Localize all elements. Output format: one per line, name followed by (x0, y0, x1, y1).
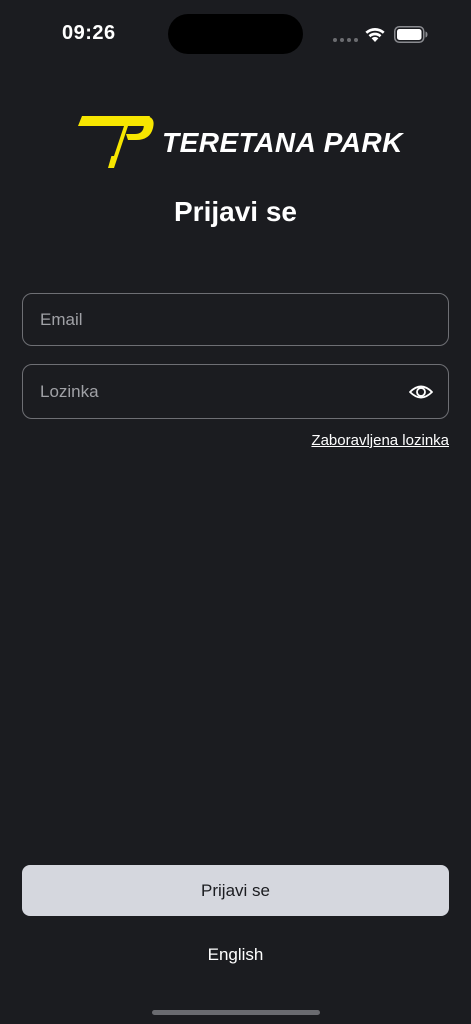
page-title: Prijavi se (174, 196, 297, 227)
email-field[interactable] (22, 293, 449, 346)
email-input[interactable] (23, 294, 448, 345)
cellular-signal-icon (333, 38, 358, 42)
home-indicator (152, 1010, 320, 1015)
logo-mark-icon (78, 116, 154, 168)
eye-icon[interactable] (408, 379, 434, 405)
status-time: 09:26 (62, 22, 116, 44)
brand-name: TERETANA PARK (162, 127, 403, 158)
wifi-icon (365, 27, 385, 42)
language-switch-link[interactable]: English (0, 945, 471, 965)
password-input[interactable] (23, 365, 448, 418)
login-screen: 09:26 TERETANA PARK Prijavi se Email Zab… (0, 0, 471, 1024)
battery-icon (394, 26, 428, 43)
status-bar: 09:26 (0, 0, 471, 70)
password-field[interactable] (22, 364, 449, 419)
forgot-password-link[interactable]: Zaboravljena lozinka (311, 432, 449, 449)
dynamic-island (168, 14, 303, 54)
brand-logo: TERETANA PARK (78, 112, 402, 170)
login-button[interactable]: Prijavi se (22, 865, 449, 916)
